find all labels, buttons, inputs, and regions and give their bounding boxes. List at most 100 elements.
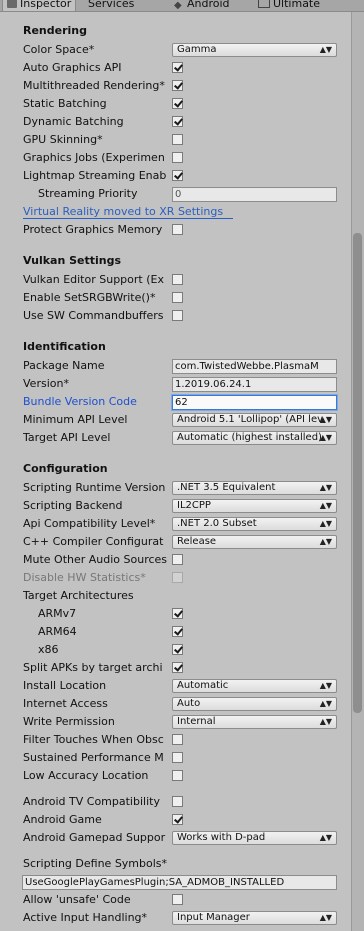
x86-row: x86 xyxy=(0,641,351,659)
vr-link-row: Virtual Reality moved to XR Settings xyxy=(0,203,351,221)
internet-access-row: Internet Access Auto ▲▼ xyxy=(0,695,351,713)
static-batching-label: Static Batching xyxy=(23,97,107,110)
runtime-value: .NET 3.5 Equivalent xyxy=(177,482,276,493)
lightmap-streaming-checkbox[interactable] xyxy=(172,170,183,181)
tab-services[interactable]: Services xyxy=(88,0,134,11)
tab-android[interactable]: ◆ Android xyxy=(174,0,230,11)
dropdown-arrow-icon: ▲▼ xyxy=(319,501,332,510)
dropdown-arrow-icon: ▲▼ xyxy=(319,537,332,546)
mute-audio-checkbox[interactable] xyxy=(172,554,183,565)
gpu-skinning-checkbox[interactable] xyxy=(172,134,183,145)
allow-unsafe-row: Allow 'unsafe' Code xyxy=(0,891,351,909)
runtime-dropdown[interactable]: .NET 3.5 Equivalent ▲▼ xyxy=(172,481,337,495)
version-field[interactable]: 1.2019.06.24.1 xyxy=(172,377,337,392)
low-accuracy-checkbox[interactable] xyxy=(172,770,183,781)
cpp-compiler-dropdown[interactable]: Release ▲▼ xyxy=(172,535,337,549)
dropdown-arrow-icon: ▲▼ xyxy=(319,699,332,708)
cpp-compiler-value: Release xyxy=(177,536,217,547)
inspector-content: Rendering Color Space* Gamma ▲▼ Auto Grap… xyxy=(0,12,351,931)
graphics-jobs-checkbox[interactable] xyxy=(172,152,183,163)
window-tab-bar: Inspector Services ◆ Android Ultimate xyxy=(0,0,364,12)
multithreaded-checkbox[interactable] xyxy=(172,80,183,91)
vulkan-editor-label: Vulkan Editor Support (Ex xyxy=(23,273,164,286)
dynamic-batching-row: Dynamic Batching xyxy=(0,113,351,131)
graphics-jobs-label: Graphics Jobs (Experimen xyxy=(23,151,165,164)
sustained-perf-row: Sustained Performance M xyxy=(0,749,351,767)
protect-graphics-checkbox[interactable] xyxy=(172,224,183,235)
active-input-value: Input Manager xyxy=(177,912,250,923)
vr-settings-link[interactable]: Virtual Reality moved to XR Settings xyxy=(23,205,243,219)
split-apks-checkbox[interactable] xyxy=(172,662,183,673)
android-game-row: Android Game xyxy=(0,811,351,829)
allow-unsafe-checkbox[interactable] xyxy=(172,894,183,905)
dropdown-arrow-icon: ▲▼ xyxy=(319,833,332,842)
mute-audio-row: Mute Other Audio Sources xyxy=(0,551,351,569)
api-compat-dropdown[interactable]: .NET 2.0 Subset ▲▼ xyxy=(172,517,337,531)
vulkan-editor-checkbox[interactable] xyxy=(172,274,183,285)
static-batching-checkbox[interactable] xyxy=(172,98,183,109)
package-name-row: Package Name com.TwistedWebbe.PlasmaM xyxy=(0,357,351,375)
sw-commandbuffers-label: Use SW Commandbuffers xyxy=(23,309,164,322)
min-api-label: Minimum API Level xyxy=(23,413,128,426)
x86-checkbox[interactable] xyxy=(172,644,183,655)
define-symbols-field[interactable]: UseGooglePlayGamesPlugin;SA_ADMOB_INSTAL… xyxy=(22,875,337,890)
static-batching-row: Static Batching xyxy=(0,95,351,113)
sustained-perf-checkbox[interactable] xyxy=(172,752,183,763)
dropdown-arrow-icon: ▲▼ xyxy=(319,433,332,442)
write-permission-row: Write Permission Internal ▲▼ xyxy=(0,713,351,731)
gpu-skinning-row: GPU Skinning* xyxy=(0,131,351,149)
api-compat-value: .NET 2.0 Subset xyxy=(177,518,257,529)
active-input-dropdown[interactable]: Input Manager ▲▼ xyxy=(172,911,337,925)
internet-access-dropdown[interactable]: Auto ▲▼ xyxy=(172,697,337,711)
version-label: Version* xyxy=(23,377,69,390)
color-space-dropdown[interactable]: Gamma ▲▼ xyxy=(172,43,337,57)
package-name-field[interactable]: com.TwistedWebbe.PlasmaM xyxy=(172,359,337,374)
install-location-dropdown[interactable]: Automatic ▲▼ xyxy=(172,679,337,693)
split-apks-label: Split APKs by target archi xyxy=(23,661,163,674)
dropdown-arrow-icon: ▲▼ xyxy=(319,681,332,690)
backend-dropdown[interactable]: IL2CPP ▲▼ xyxy=(172,499,337,513)
tab-ultimate[interactable]: Ultimate xyxy=(258,0,320,11)
tab-inspector[interactable]: Inspector xyxy=(2,0,77,11)
srgb-write-checkbox[interactable] xyxy=(172,292,183,303)
arm64-checkbox[interactable] xyxy=(172,626,183,637)
android-game-checkbox[interactable] xyxy=(172,814,183,825)
protect-graphics-row: Protect Graphics Memory xyxy=(0,221,351,239)
android-tv-row: Android TV Compatibility xyxy=(0,793,351,811)
streaming-priority-label: Streaming Priority xyxy=(38,187,138,200)
protect-graphics-label: Protect Graphics Memory xyxy=(23,223,163,236)
filter-touches-checkbox[interactable] xyxy=(172,734,183,745)
tab-ultimate-label: Ultimate xyxy=(273,0,321,10)
streaming-priority-field[interactable]: 0 xyxy=(172,187,337,202)
target-api-dropdown[interactable]: Automatic (highest installed) ▲▼ xyxy=(172,431,337,445)
write-permission-value: Internal xyxy=(177,716,216,727)
mute-audio-label: Mute Other Audio Sources xyxy=(23,553,168,566)
arm64-label: ARM64 xyxy=(38,625,77,638)
dropdown-arrow-icon: ▲▼ xyxy=(319,913,332,922)
backend-label: Scripting Backend xyxy=(23,499,123,512)
target-api-label: Target API Level xyxy=(23,431,111,444)
write-permission-dropdown[interactable]: Internal ▲▼ xyxy=(172,715,337,729)
android-game-label: Android Game xyxy=(23,813,102,826)
color-space-value: Gamma xyxy=(177,44,217,55)
write-permission-label: Write Permission xyxy=(23,715,115,728)
vr-link-underline xyxy=(23,218,233,219)
sw-commandbuffers-checkbox[interactable] xyxy=(172,310,183,321)
android-tv-checkbox[interactable] xyxy=(172,796,183,807)
disable-hw-stats-checkbox xyxy=(172,572,183,583)
internet-access-value: Auto xyxy=(177,698,201,709)
vertical-scrollbar-thumb[interactable] xyxy=(353,233,362,713)
split-apks-row: Split APKs by target archi xyxy=(0,659,351,677)
armv7-label: ARMv7 xyxy=(38,607,77,620)
allow-unsafe-label: Allow 'unsafe' Code xyxy=(23,893,131,906)
armv7-checkbox[interactable] xyxy=(172,608,183,619)
backend-value: IL2CPP xyxy=(177,500,211,511)
dynamic-batching-checkbox[interactable] xyxy=(172,116,183,127)
min-api-dropdown[interactable]: Android 5.1 'Lollipop' (API lev ▲▼ xyxy=(172,413,337,427)
gamepad-dropdown[interactable]: Works with D-pad ▲▼ xyxy=(172,831,337,845)
bundle-code-field[interactable]: 62 xyxy=(172,395,337,410)
auto-graphics-checkbox[interactable] xyxy=(172,62,183,73)
gamepad-label: Android Gamepad Suppor xyxy=(23,831,166,844)
vulkan-editor-row: Vulkan Editor Support (Ex xyxy=(0,271,351,289)
target-api-row: Target API Level Automatic (highest inst… xyxy=(0,429,351,447)
